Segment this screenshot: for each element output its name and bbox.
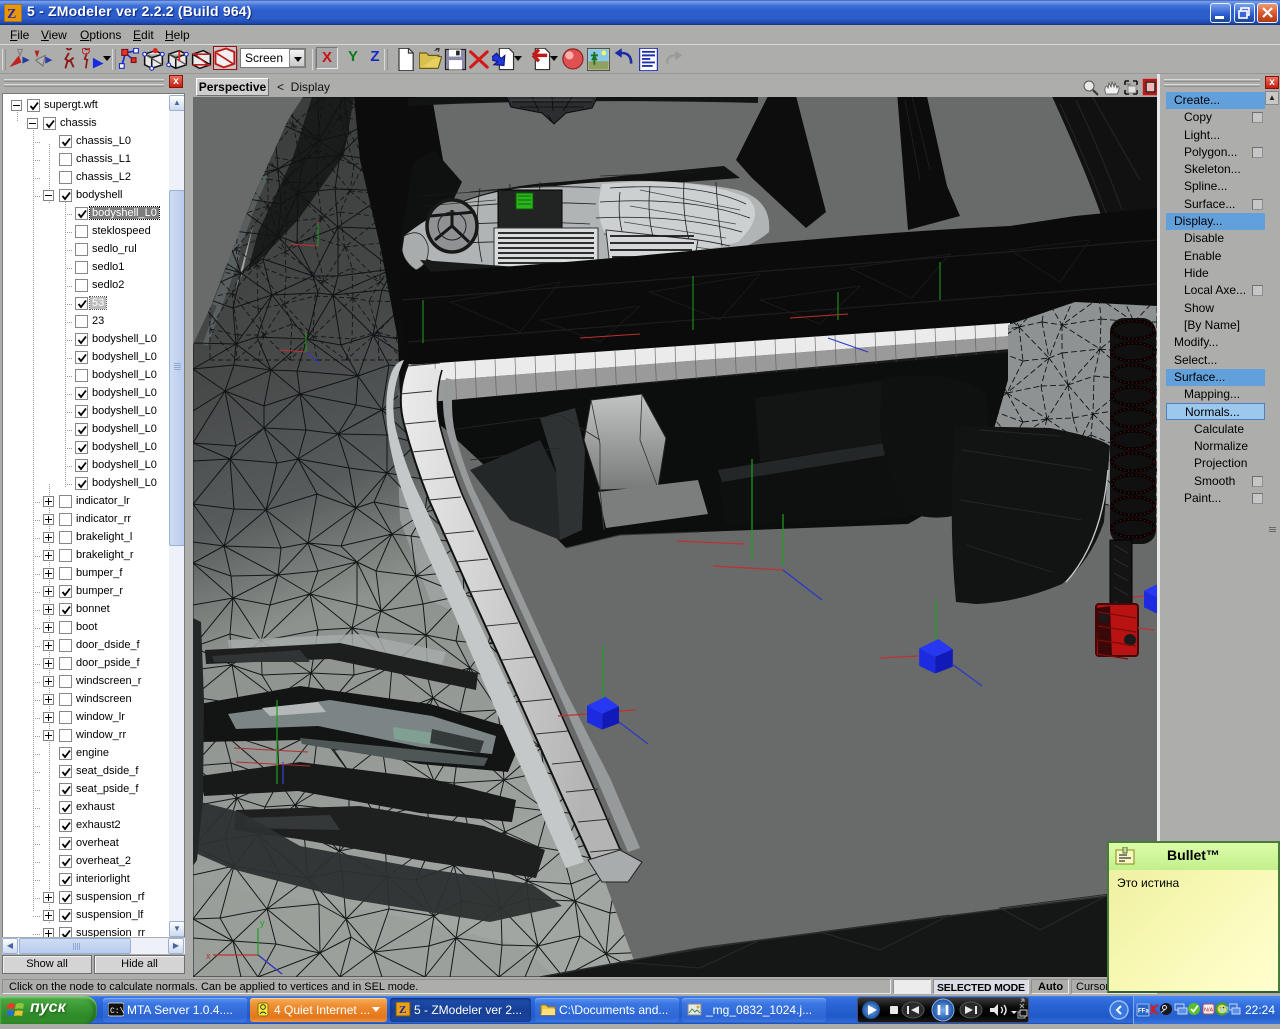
svg-text:N/A: N/A bbox=[1204, 1008, 1214, 1014]
svg-text:FFa: FFa bbox=[1138, 1009, 1149, 1015]
svg-text:x: x bbox=[206, 951, 211, 961]
svg-text:Z: Z bbox=[7, 7, 16, 22]
svg-text:Z: Z bbox=[399, 1004, 406, 1016]
svg-text:C:\: C:\ bbox=[110, 1007, 124, 1016]
svg-text:y: y bbox=[260, 918, 265, 928]
